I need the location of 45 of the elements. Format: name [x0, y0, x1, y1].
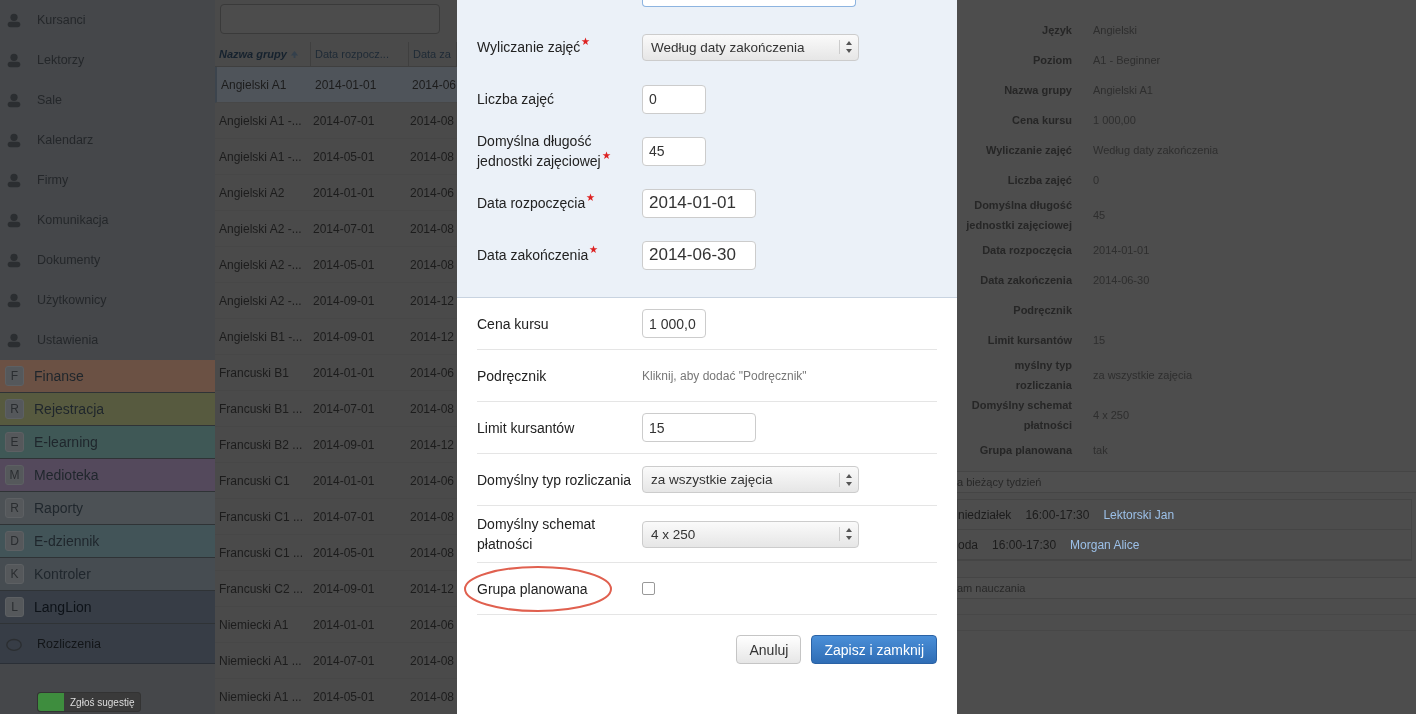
input-field[interactable]: 15 [642, 413, 756, 442]
input-field[interactable]: 0 [642, 84, 706, 114]
nav-icon [5, 171, 23, 189]
checkbox[interactable] [642, 582, 655, 595]
field-label: Domyślna długość jednostki zajęciowej [477, 131, 642, 171]
field-label: Domyślny schemat płatności [477, 516, 596, 552]
field-label: Podręcznik [477, 367, 547, 384]
nav-icon [5, 331, 23, 349]
table-cell-text: Angielski A1 [220, 77, 288, 92]
cancel-button[interactable]: Anuluj [736, 635, 802, 664]
nav-icon [5, 291, 23, 309]
text-field[interactable] [642, 0, 856, 7]
nav-icon [5, 91, 23, 109]
save-button[interactable]: Zapisz i zamknij [811, 635, 937, 664]
field-label: Liczba zajęć [477, 90, 556, 109]
date-field[interactable]: 2014-01-01 [642, 188, 756, 218]
field-label: Grupa planowana [477, 580, 588, 597]
field-label: Domyślny typ rozliczania [477, 471, 632, 488]
table-cell-text: 2014-06 [411, 77, 457, 92]
nav-icon [5, 211, 23, 229]
required-star-icon [581, 37, 591, 46]
input-field[interactable]: 1 000,0 [642, 309, 706, 338]
add-link[interactable]: Kliknij, aby dodać "Podręcznik" [642, 368, 807, 383]
date-field[interactable]: 2014-06-30 [642, 240, 756, 270]
teacher-link[interactable]: Morgan Alice [1070, 537, 1140, 552]
select-field[interactable]: Według daty zakończenia [642, 33, 859, 61]
input-field[interactable]: 45 [642, 136, 706, 166]
field-label: Limit kursantów [477, 419, 575, 436]
field-label: Data zakończenia [477, 245, 642, 265]
required-star-icon [589, 245, 599, 254]
suggest-button[interactable]: Zgłoś sugestię [37, 692, 142, 712]
nav-icon [5, 11, 23, 29]
field-label: Data rozpoczęcia [477, 193, 642, 213]
field-label: Wyliczanie zajęć [477, 37, 642, 57]
nav-icon [5, 51, 23, 69]
table-cell-text: 2014-01-01 [314, 77, 378, 92]
nav-icon [5, 131, 23, 149]
required-star-icon [586, 193, 596, 202]
select-field[interactable]: za wszystkie zajęcia [642, 466, 859, 493]
nav-icon [5, 251, 23, 269]
teacher-link[interactable]: Lektorski Jan [1103, 507, 1175, 522]
required-star-icon [601, 151, 611, 160]
table-row[interactable]: Angielski A1 2014-01-01 2014-06 [215, 67, 457, 103]
select-field[interactable]: 4 x 250 [642, 520, 859, 548]
field-label: Cena kursu [477, 315, 549, 332]
